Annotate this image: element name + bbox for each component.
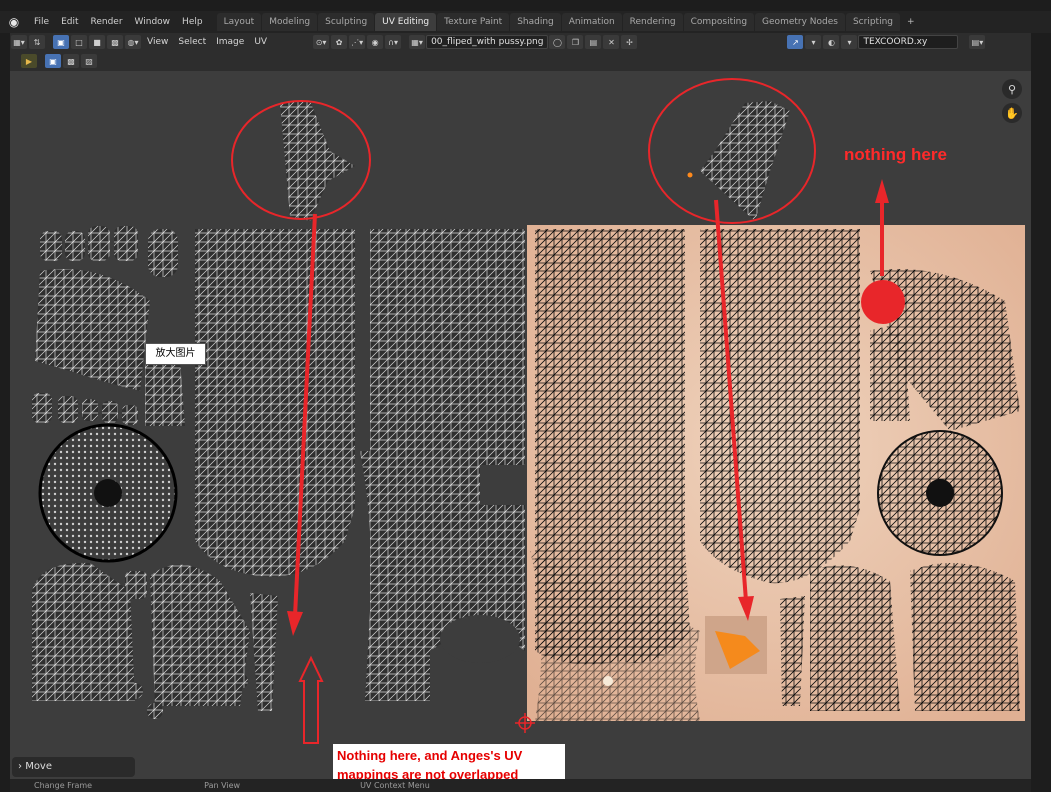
uv-sync-icon[interactable]: ⇅ (29, 35, 45, 49)
image-browse-icon[interactable]: ▦▾ (409, 35, 426, 49)
status-pan-view: Pan View (204, 781, 241, 790)
select-mode-new-icon[interactable]: ▣ (45, 54, 61, 68)
top-annotation-note: nothing here (844, 145, 947, 164)
tab-animation[interactable]: Animation (561, 13, 622, 31)
proportional-edit-icon[interactable]: ◉ (367, 35, 384, 49)
tool-settings-bar: ▶ ▣ ▩ ▨ (10, 51, 1031, 71)
tab-uv-editing[interactable]: UV Editing (375, 13, 437, 31)
gizmo-icon[interactable]: ↗ (787, 35, 804, 49)
tab-scripting[interactable]: Scripting (845, 13, 900, 31)
menu-view[interactable]: View (142, 37, 173, 47)
face-select-icon[interactable]: ■ (89, 35, 105, 49)
falloff-icon[interactable]: ∩▾ (385, 35, 402, 49)
tab-geometry-nodes[interactable]: Geometry Nodes (755, 13, 845, 31)
right-edge (1031, 33, 1051, 792)
edge-select-icon[interactable]: □ (71, 35, 87, 49)
operator-label: Move (25, 761, 53, 772)
menu-image[interactable]: Image (211, 37, 249, 47)
blender-logo-icon[interactable]: ◉ (0, 11, 28, 33)
hand-icon[interactable]: ✋ (1002, 103, 1022, 123)
snap-target-icon[interactable]: ⋰▾ (349, 35, 366, 49)
menu-window[interactable]: Window (129, 11, 177, 33)
tab-compositing[interactable]: Compositing (683, 13, 755, 31)
chevron-down-icon[interactable]: ▾ (805, 35, 822, 49)
tab-sculpting[interactable]: Sculpting (318, 13, 375, 31)
uv-viewport[interactable]: ⚲ ✋ 放大图片 nothing here Nothing here, and … (10, 71, 1031, 788)
texture-image (527, 101, 1025, 721)
zoom-icon[interactable]: ⚲ (1002, 79, 1022, 99)
menu-help[interactable]: Help (176, 11, 209, 33)
menu-file[interactable]: File (28, 11, 55, 33)
status-uv-context-menu: UV Context Menu (360, 781, 430, 790)
select-mode-extend-icon[interactable]: ▩ (63, 54, 79, 68)
overlay-icon[interactable]: ◐ (823, 35, 840, 49)
uv-attribute-field[interactable]: TEXCOORD.xy (858, 35, 959, 49)
add-workspace-icon[interactable]: + (901, 17, 921, 27)
pivot-icon[interactable]: ⊙▾ (313, 35, 330, 49)
uv-canvas[interactable] (10, 71, 1031, 779)
tab-shading[interactable]: Shading (510, 13, 561, 31)
menu-uv[interactable]: UV (249, 37, 272, 47)
new-image-icon[interactable]: ❐ (567, 35, 584, 49)
note-line-1: Nothing here, and Anges's UV (337, 748, 523, 763)
close-icon[interactable]: ✕ (603, 35, 620, 49)
last-operator-panel[interactable]: › Move (12, 757, 135, 777)
editor-type-icon[interactable]: ▦▾ (11, 35, 27, 49)
vertex-select-icon[interactable]: ▣ (53, 35, 69, 49)
image-name-field[interactable]: 00_fliped_with pussy.png (426, 35, 549, 49)
tab-rendering[interactable]: Rendering (622, 13, 683, 31)
pin-icon[interactable]: ✢ (621, 35, 638, 49)
fake-user-icon[interactable]: ◯ (549, 35, 566, 49)
tab-layout[interactable]: Layout (216, 13, 262, 31)
tab-texture-paint[interactable]: Texture Paint (437, 13, 510, 31)
sticky-select-icon[interactable]: ◍▾ (125, 35, 141, 49)
status-change-frame: Change Frame (34, 781, 93, 790)
open-image-icon[interactable]: ▤ (585, 35, 602, 49)
overlay-chevron-icon[interactable]: ▾ (841, 35, 858, 49)
select-mode-subtract-icon[interactable]: ▨ (81, 54, 97, 68)
island-select-icon[interactable]: ▩ (107, 35, 123, 49)
snap-icon[interactable]: ✿ (331, 35, 348, 49)
editor-header: ▦▾ ⇅ ▣ □ ■ ▩ ◍▾ View Select Image UV ⊙▾ … (10, 33, 1031, 51)
tab-modeling[interactable]: Modeling (262, 13, 318, 31)
menu-edit[interactable]: Edit (55, 11, 84, 33)
top-bar: ◉ File Edit Render Window Help Layout Mo… (0, 11, 1051, 33)
menu-render[interactable]: Render (85, 11, 129, 33)
left-edge (0, 33, 10, 792)
tooltip-zoom-image: 放大图片 (145, 343, 206, 365)
tool-icon[interactable]: ▶ (21, 54, 37, 68)
workspace-tabs: Layout Modeling Sculpting UV Editing Tex… (216, 11, 921, 33)
uv-islands-left (32, 101, 525, 719)
status-bar: Change Frame Pan View UV Context Menu (10, 779, 1031, 792)
display-channels-icon[interactable]: ▤▾ (969, 35, 986, 49)
menu-select[interactable]: Select (173, 37, 211, 47)
